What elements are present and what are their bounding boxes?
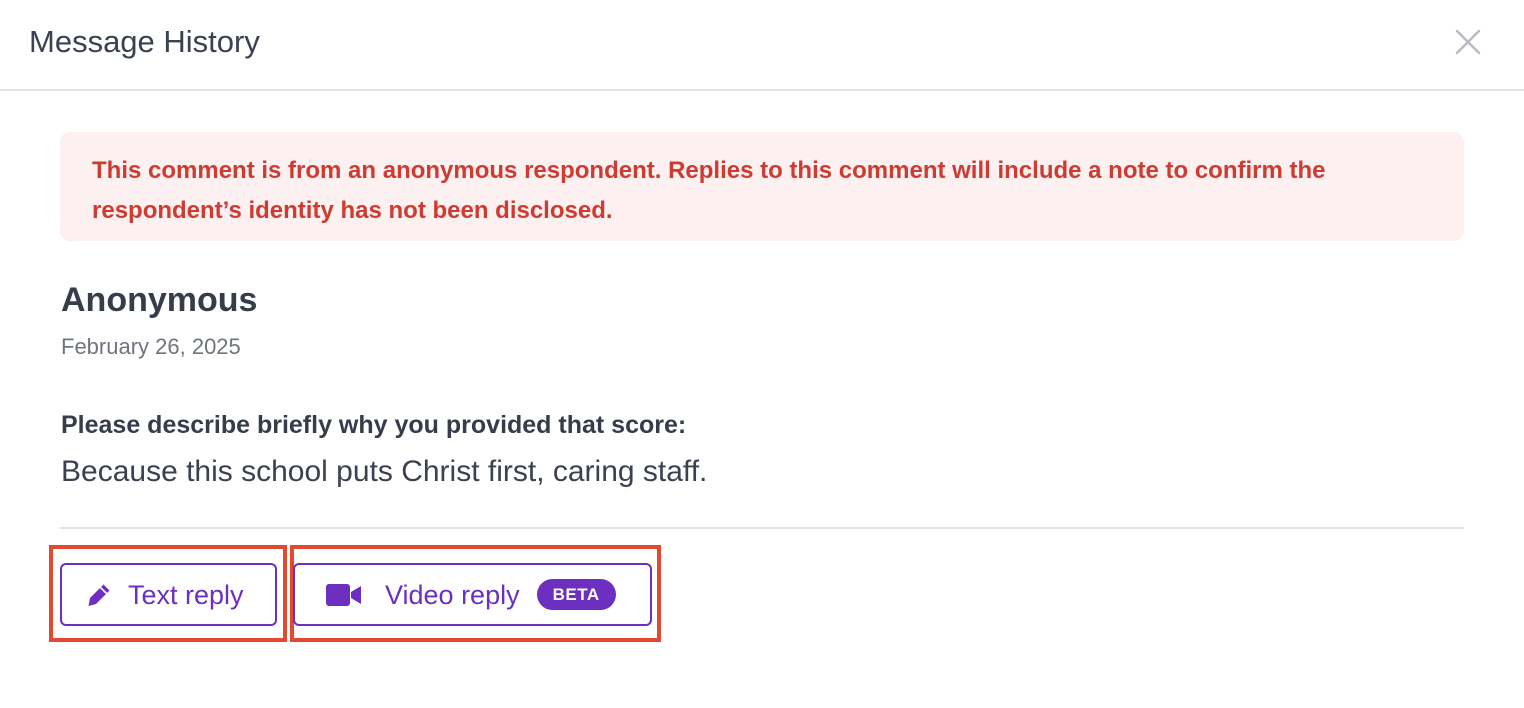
- text-reply-button[interactable]: Text reply: [60, 563, 277, 626]
- pencil-icon: [86, 582, 112, 608]
- close-icon: [1455, 29, 1481, 55]
- beta-badge: BETA: [536, 579, 616, 610]
- close-button[interactable]: [1448, 22, 1488, 62]
- comment-date: February 26, 2025: [61, 334, 241, 359]
- modal-header: Message History: [0, 0, 1524, 91]
- video-reply-label: Video reply: [385, 579, 520, 610]
- comment-author: Anonymous: [61, 281, 258, 319]
- text-reply-label: Text reply: [128, 579, 244, 610]
- anonymous-notice-text: This comment is from an anonymous respon…: [92, 157, 1326, 224]
- video-reply-button[interactable]: Video reply BETA: [293, 563, 652, 626]
- anonymous-notice-banner: This comment is from an anonymous respon…: [60, 132, 1464, 241]
- divider: [60, 527, 1464, 529]
- message-history-modal: Message History This comment is from an …: [0, 0, 1524, 708]
- video-camera-icon: [326, 583, 362, 607]
- modal-title: Message History: [29, 24, 260, 59]
- survey-answer: Because this school puts Christ first, c…: [61, 455, 708, 488]
- survey-question: Please describe briefly why you provided…: [61, 411, 687, 439]
